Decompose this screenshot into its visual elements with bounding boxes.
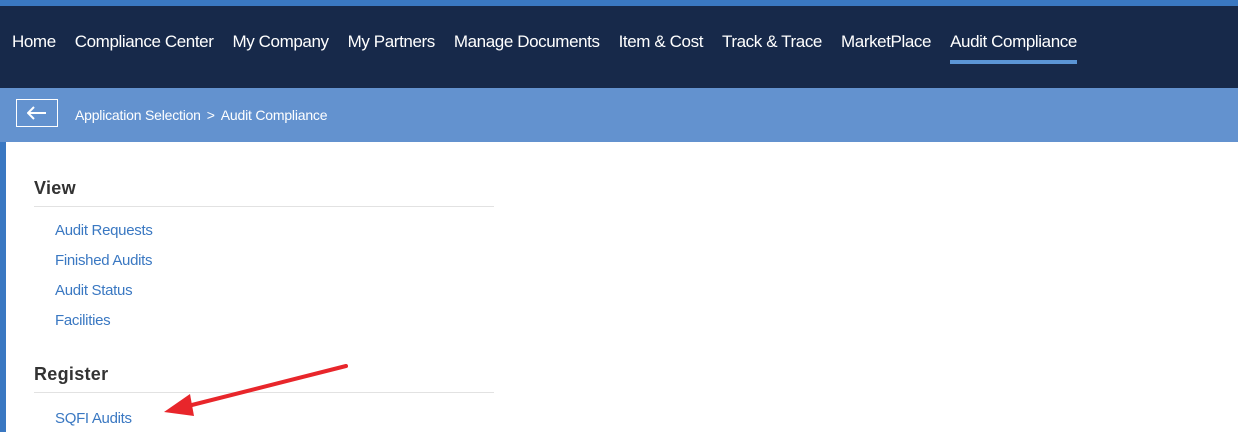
nav-item-track-trace[interactable]: Track & Trace xyxy=(722,32,822,60)
breadcrumb-separator: > xyxy=(206,107,215,123)
view-divider xyxy=(34,206,494,207)
nav-item-my-partners[interactable]: My Partners xyxy=(348,32,436,60)
breadcrumb-bar: Application Selection > Audit Compliance xyxy=(0,88,1238,142)
view-section-title: View xyxy=(34,178,76,198)
nav-item-item-cost[interactable]: Item & Cost xyxy=(619,32,704,60)
breadcrumb-root[interactable]: Application Selection xyxy=(75,107,201,123)
top-navigation: Home Compliance Center My Company My Partne… xyxy=(0,0,1238,88)
breadcrumb: Application Selection > Audit Compliance xyxy=(75,107,327,123)
arrow-left-icon xyxy=(27,106,46,120)
nav-item-compliance-center[interactable]: Compliance Center xyxy=(75,32,214,60)
link-finished-audits[interactable]: Finished Audits xyxy=(55,252,153,269)
register-section-title: Register xyxy=(34,364,109,384)
link-audit-requests[interactable]: Audit Requests xyxy=(55,222,153,239)
breadcrumb-current: Audit Compliance xyxy=(220,107,328,123)
nav-item-home[interactable]: Home xyxy=(12,32,56,60)
link-facilities[interactable]: Facilities xyxy=(55,312,111,329)
nav-item-manage-documents[interactable]: Manage Documents xyxy=(454,32,600,60)
link-audit-status[interactable]: Audit Status xyxy=(55,282,133,299)
nav-item-audit-compliance[interactable]: Audit Compliance xyxy=(950,32,1077,64)
nav-item-my-company[interactable]: My Company xyxy=(232,32,329,60)
back-button[interactable] xyxy=(16,99,58,127)
nav-items: Home Compliance Center My Company My Partne… xyxy=(12,32,1096,64)
nav-item-marketplace[interactable]: MarketPlace xyxy=(841,32,931,60)
red-arrow-annotation xyxy=(164,364,348,416)
link-sqfi-audits[interactable]: SQFI Audits xyxy=(55,410,132,427)
